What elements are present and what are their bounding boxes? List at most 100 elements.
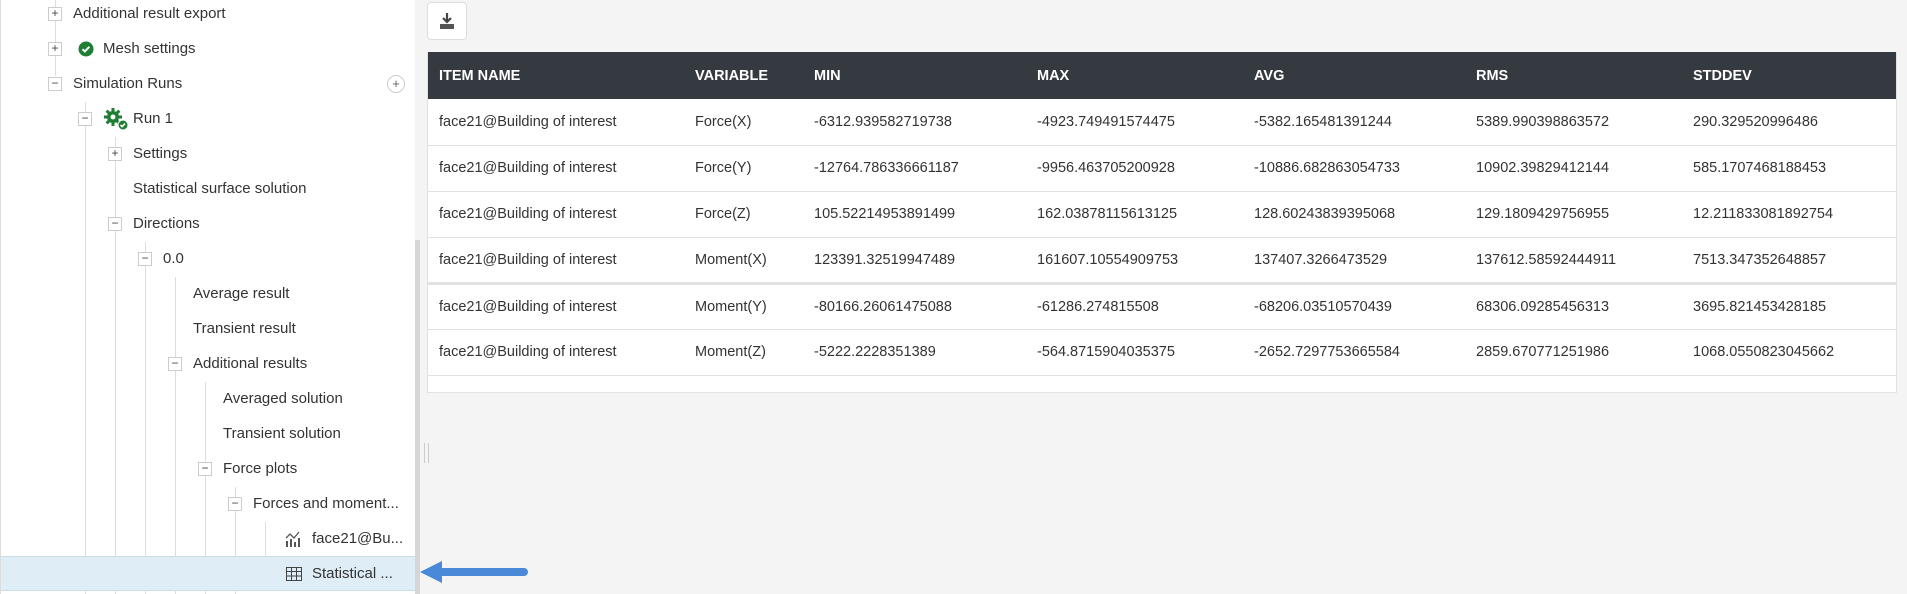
table-cell: 585.1707468188453 (1682, 145, 1896, 192)
tree-item-label: Average result (193, 285, 290, 302)
table-cell: -564.8715904035375 (1026, 329, 1243, 376)
tree-item-mesh-settings[interactable]: + Mesh settings (1, 31, 415, 66)
collapse-toggle[interactable]: − (48, 76, 62, 91)
tree-item-label: Averaged solution (223, 390, 343, 407)
add-run-button[interactable]: + (387, 74, 405, 93)
table-cell: 137612.58592444911 (1465, 237, 1682, 284)
table-cell: 161607.10554909753 (1026, 237, 1243, 284)
tree-item-label: Forces and moment... (253, 495, 399, 512)
tree-item-transient-solution[interactable]: Transient solution (1, 416, 415, 451)
collapse-toggle[interactable]: − (198, 461, 212, 476)
table-cell: 129.1809429756955 (1465, 191, 1682, 238)
table-cell: Force(X) (684, 99, 803, 146)
table-cell: Moment(X) (684, 237, 803, 284)
tree-item-directions[interactable]: − Directions (1, 206, 415, 241)
table-cell: -9956.463705200928 (1026, 145, 1243, 192)
table-cell: 105.52214953891499 (803, 191, 1026, 238)
chart-icon (285, 531, 300, 547)
tree-item-additional-result-export[interactable]: + Additional result export (1, 0, 415, 31)
tree-item-label: Statistical ... (312, 565, 393, 582)
table-header-row: ITEM NAME VARIABLE MIN MAX AVG RMS STDDEV (428, 52, 1896, 99)
table-cell: -68206.03510570439 (1243, 283, 1465, 330)
table-row: face21@Building of interest Moment(X) 1233… (428, 237, 1896, 284)
table-cell: -10886.682863054733 (1243, 145, 1465, 192)
column-header-item-name[interactable]: ITEM NAME (428, 52, 684, 99)
tree-item-statistical-table[interactable]: Statistical ... (1, 556, 415, 591)
table-cell: -6312.939582719738 (803, 99, 1026, 146)
collapse-toggle[interactable]: − (168, 356, 182, 371)
column-header-variable[interactable]: VARIABLE (684, 52, 803, 99)
table-cell: 162.03878115613125 (1026, 191, 1243, 238)
table-cell: 128.60243839395068 (1243, 191, 1465, 238)
tree-item-run-1[interactable]: − Run 1 (1, 101, 415, 136)
column-header-avg[interactable]: AVG (1243, 52, 1465, 99)
table-cell: face21@Building of interest (428, 145, 684, 192)
table-cell: face21@Building of interest (428, 283, 684, 330)
tree-item-forces-and-moments[interactable]: − Forces and moment... (1, 486, 415, 521)
tree-item-label: Transient result (193, 320, 296, 337)
tree-item-label: Additional results (193, 355, 308, 372)
table-cell: face21@Building of interest (428, 329, 684, 376)
table-cell: -12764.786336661187 (803, 145, 1026, 192)
expand-toggle[interactable]: + (48, 41, 62, 56)
tree-item-statistical-surface-solution[interactable]: Statistical surface solution (1, 171, 415, 206)
collapse-toggle[interactable]: − (228, 496, 242, 511)
tree-item-label: Additional result export (73, 5, 226, 22)
table-cell: 7513.347352648857 (1682, 237, 1896, 284)
tree-item-label: Directions (133, 215, 200, 232)
collapse-toggle[interactable]: − (108, 216, 122, 231)
table-cell: 12.211833081892754 (1682, 191, 1896, 238)
column-header-rms[interactable]: RMS (1465, 52, 1682, 99)
tree-item-face21-plot[interactable]: face21@Bu... (1, 521, 415, 556)
tree-item-additional-results[interactable]: − Additional results (1, 346, 415, 381)
tree-item-simulation-runs[interactable]: − Simulation Runs + (1, 66, 415, 101)
table-cell: 290.329520996486 (1682, 99, 1896, 146)
table-icon (286, 566, 302, 581)
table-cell: 10902.39829412144 (1465, 145, 1682, 192)
tree-item-label: Force plots (223, 460, 298, 477)
collapse-toggle[interactable]: − (138, 251, 152, 266)
tree-item-force-plots[interactable]: − Force plots (1, 451, 415, 486)
tree-item-average-result[interactable]: Average result (1, 276, 415, 311)
tree-item-label: Settings (133, 145, 188, 162)
column-header-min[interactable]: MIN (803, 52, 1026, 99)
table-cell: 3695.821453428185 (1682, 283, 1896, 330)
tree-item-transient-result[interactable]: Transient result (1, 311, 415, 346)
sidebar-scrollbar[interactable] (415, 240, 420, 594)
tree-item-direction-0[interactable]: − 0.0 (1, 241, 415, 276)
table-row: face21@Building of interest Force(X) -6312… (428, 99, 1896, 146)
check-circle-icon (78, 41, 94, 56)
table-cell: Moment(Z) (684, 329, 803, 376)
tree-item-label: 0.0 (163, 250, 184, 267)
statistics-table: ITEM NAME VARIABLE MIN MAX AVG RMS STDDEV face… (428, 52, 1896, 376)
expand-toggle[interactable]: + (48, 6, 62, 21)
table-cell: Force(Y) (684, 145, 803, 192)
download-icon (440, 13, 454, 29)
tree-item-label: Statistical surface solution (133, 180, 307, 197)
table-cell: -2652.7297753665584 (1243, 329, 1465, 376)
tree-item-settings[interactable]: + Settings (1, 136, 415, 171)
table-cell: Moment(Y) (684, 283, 803, 330)
column-header-stddev[interactable]: STDDEV (1682, 52, 1896, 99)
tree-item-label: Transient solution (223, 425, 341, 442)
table-cell: 5389.990398863572 (1465, 99, 1682, 146)
table-cell: -80166.26061475088 (803, 283, 1026, 330)
table-cell: face21@Building of interest (428, 191, 684, 238)
tree-item-label: Simulation Runs (73, 75, 183, 92)
table-cell: Force(Z) (684, 191, 803, 238)
tree-item-averaged-solution[interactable]: Averaged solution (1, 381, 415, 416)
table-body: face21@Building of interest Force(X) -6312… (428, 99, 1896, 376)
gear-success-icon (104, 108, 129, 131)
table-cell: face21@Building of interest (428, 99, 684, 146)
table-cell: 68306.09285456313 (1465, 283, 1682, 330)
column-header-max[interactable]: MAX (1026, 52, 1243, 99)
statistics-table-container: ITEM NAME VARIABLE MIN MAX AVG RMS STDDEV face… (427, 52, 1897, 393)
table-cell: 2859.670771251986 (1465, 329, 1682, 376)
expand-toggle[interactable]: + (108, 146, 122, 161)
collapse-toggle[interactable]: − (78, 111, 92, 126)
tree-item-label: Run 1 (133, 110, 174, 127)
tree-item-label: face21@Bu... (312, 530, 404, 547)
download-button[interactable] (427, 2, 467, 40)
table-row: face21@Building of interest Force(Z) 105.5… (428, 191, 1896, 238)
table-cell: -4923.749491574475 (1026, 99, 1243, 146)
